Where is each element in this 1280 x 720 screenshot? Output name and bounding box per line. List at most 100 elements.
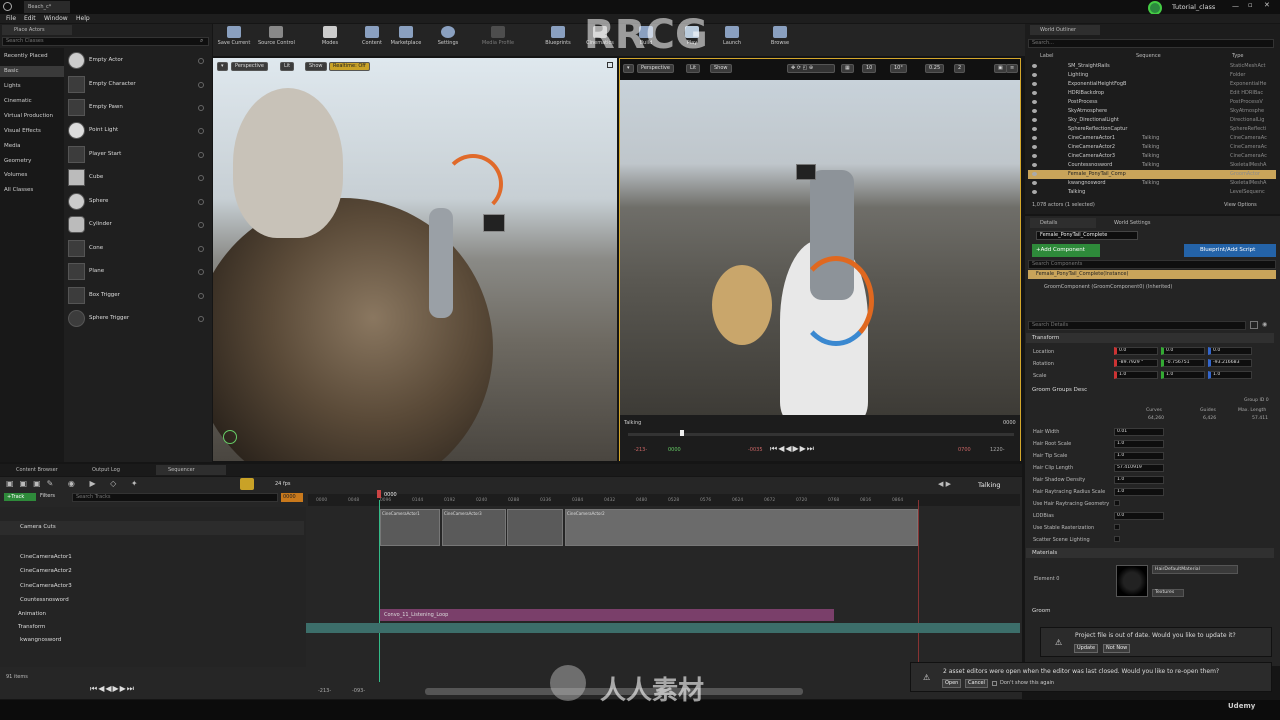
eye-icon[interactable] [1032, 136, 1037, 140]
viewport-left[interactable] [213, 58, 617, 461]
info-icon[interactable] [198, 82, 204, 88]
marketplace-button[interactable]: Marketplace [388, 24, 424, 54]
category-geometry[interactable]: Geometry [4, 158, 31, 164]
media-profile-button[interactable]: Media Profile [480, 24, 516, 54]
groom-property-checkbox[interactable] [1114, 536, 1120, 542]
search-tracks-input[interactable]: Search Tracks [72, 493, 278, 502]
category-visual-effects[interactable]: Visual Effects [4, 128, 41, 134]
groom-property-value[interactable]: 1.0 [1114, 440, 1164, 448]
groom-property-value[interactable]: 1.0 [1114, 452, 1164, 460]
menu-edit[interactable]: Edit [24, 15, 36, 22]
outliner-row[interactable]: CineCameraActor3 Talking CineCameraAc [1028, 152, 1276, 161]
shot-cinecameraactor3[interactable]: CineCameraActor3 [442, 509, 506, 546]
info-icon[interactable] [198, 222, 204, 228]
camera-icon[interactable] [483, 214, 505, 232]
track-transform[interactable]: Transform [0, 621, 304, 634]
playhead[interactable] [377, 490, 381, 498]
info-icon[interactable] [198, 199, 204, 205]
eye-icon[interactable] [1032, 127, 1037, 131]
rotation-gizmo[interactable] [798, 256, 874, 346]
actor-name-field[interactable]: Female_PonyTail_Complete [1036, 231, 1138, 240]
document-tab[interactable]: Beach_c* [24, 1, 70, 13]
content-button[interactable]: Content [354, 24, 390, 54]
track-countessnosword[interactable]: Countessnosword [0, 594, 304, 607]
outliner-row[interactable]: SphereReflectionCaptur SphereReflecti [1028, 125, 1276, 134]
open-button[interactable]: Open [942, 679, 962, 688]
eye-icon[interactable] [1032, 118, 1037, 122]
eye-icon[interactable] [1032, 163, 1037, 167]
category-recently-placed[interactable]: Recently Placed [4, 53, 48, 59]
transform-header[interactable]: Transform [1026, 333, 1274, 343]
lit-button[interactable]: Lit [686, 64, 701, 73]
add-component-button[interactable]: +Add Component [1032, 244, 1100, 257]
textures-dropdown[interactable]: Textures [1152, 589, 1184, 597]
transform-tools[interactable]: ✥ ⟳ ◰ ⊕ [787, 64, 835, 73]
groom-property-value[interactable]: 1.0 [1114, 476, 1164, 484]
actor-box-trigger[interactable]: Box Trigger [66, 285, 210, 307]
source-control-icon[interactable] [1148, 1, 1162, 15]
groom-property-value[interactable]: 0.01 [1114, 428, 1164, 436]
outliner-row[interactable]: CineCameraActor2 Talking CineCameraAc [1028, 143, 1276, 152]
eye-icon[interactable] [1032, 145, 1037, 149]
grid-snap-value[interactable]: 10 [862, 64, 877, 73]
view-options-button[interactable]: View Options [1224, 202, 1257, 208]
angle-snap-value[interactable]: 10° [890, 64, 907, 73]
add-track-button[interactable]: +Track [4, 493, 36, 501]
menu-file[interactable]: File [6, 15, 16, 22]
outliner-row[interactable]: Talking LevelSequenc [1028, 188, 1276, 197]
camera-speed-value[interactable]: 2 [954, 64, 966, 73]
outliner-row[interactable]: SM_StraightRails StaticMeshAct [1028, 62, 1276, 71]
eye-icon[interactable] [1032, 64, 1037, 68]
property-matrix-icon[interactable] [1250, 321, 1258, 329]
outliner-row[interactable]: Countessnosword Talking SkeletalMeshA [1028, 161, 1276, 170]
actor-sphere[interactable]: Sphere [66, 191, 210, 213]
actor-empty-character[interactable]: Empty Character [66, 74, 210, 96]
shot-cinecameraactor2[interactable]: CineCameraActor2 [565, 509, 918, 546]
filters-button[interactable]: Filters [40, 493, 55, 499]
scale-y[interactable]: 1.0 [1161, 371, 1205, 379]
outliner-row[interactable]: PostProcess PostProcessV [1028, 98, 1276, 107]
outliner-row[interactable]: kwangnosword Talking SkeletalMeshA [1028, 179, 1276, 188]
viewport-right[interactable] [619, 58, 1021, 461]
keyframe-snap-button[interactable] [240, 478, 254, 490]
track-cinecameraactor3[interactable]: CineCameraActor3 [0, 580, 304, 593]
shot-cinecameraactor1[interactable]: CineCameraActor1 [380, 509, 440, 546]
sequence-back-icon[interactable]: ◀ ▶ [938, 480, 951, 488]
playback-controls[interactable]: ⏮◀◀▶▶⏭ [770, 444, 815, 454]
track-kwangnosword[interactable]: kwangnosword [0, 634, 304, 647]
actor-cone[interactable]: Cone [66, 238, 210, 260]
category-media[interactable]: Media [4, 143, 21, 149]
rotation-x[interactable]: -89.7929 ° [1114, 359, 1158, 367]
location-y[interactable]: 0.0 [1161, 347, 1205, 355]
shot-wide[interactable] [507, 509, 563, 546]
info-icon[interactable] [198, 246, 204, 252]
content-browser-tab[interactable]: Content Browser [4, 465, 74, 475]
info-icon[interactable] [198, 128, 204, 134]
eye-icon[interactable] [1032, 181, 1037, 185]
track-cinecameraactor1[interactable]: CineCameraActor1 [0, 551, 304, 564]
groom-property-checkbox[interactable] [1114, 524, 1120, 530]
info-icon[interactable] [198, 58, 204, 64]
materials-header[interactable]: Materials [1026, 548, 1274, 558]
actor-cylinder[interactable]: Cylinder [66, 214, 210, 236]
location-z[interactable]: 0.0 [1208, 347, 1252, 355]
category-all-classes[interactable]: All Classes [4, 187, 33, 193]
groom-header[interactable]: Groom [1026, 606, 1274, 616]
world-settings-tab[interactable]: World Settings [1100, 218, 1170, 228]
save-current-button[interactable]: Save Current [216, 24, 252, 54]
blueprint-add-script-button[interactable]: Blueprint/Add Script [1184, 244, 1276, 257]
track-animation[interactable]: Animation [0, 608, 304, 621]
scale-z[interactable]: 1.0 [1208, 371, 1252, 379]
sequencer-playback-controls[interactable]: ⏮◀◀▶▶⏭ [90, 684, 135, 694]
camera-icon[interactable] [796, 164, 816, 180]
info-icon[interactable] [198, 316, 204, 322]
show-button[interactable]: Show [305, 62, 327, 71]
minimize-button[interactable]: — [1232, 2, 1239, 10]
maximize-button[interactable]: ▫ [1248, 1, 1253, 9]
viewport-scrub-bar[interactable] [628, 433, 1014, 436]
category-virtual-production[interactable]: Virtual Production [4, 113, 53, 119]
menu-window[interactable]: Window [44, 15, 68, 22]
cancel-button[interactable]: Cancel [965, 679, 988, 688]
outliner-row[interactable]: HDRIBackdrop Edit HDRIBac [1028, 89, 1276, 98]
transform-section[interactable] [306, 623, 1020, 633]
